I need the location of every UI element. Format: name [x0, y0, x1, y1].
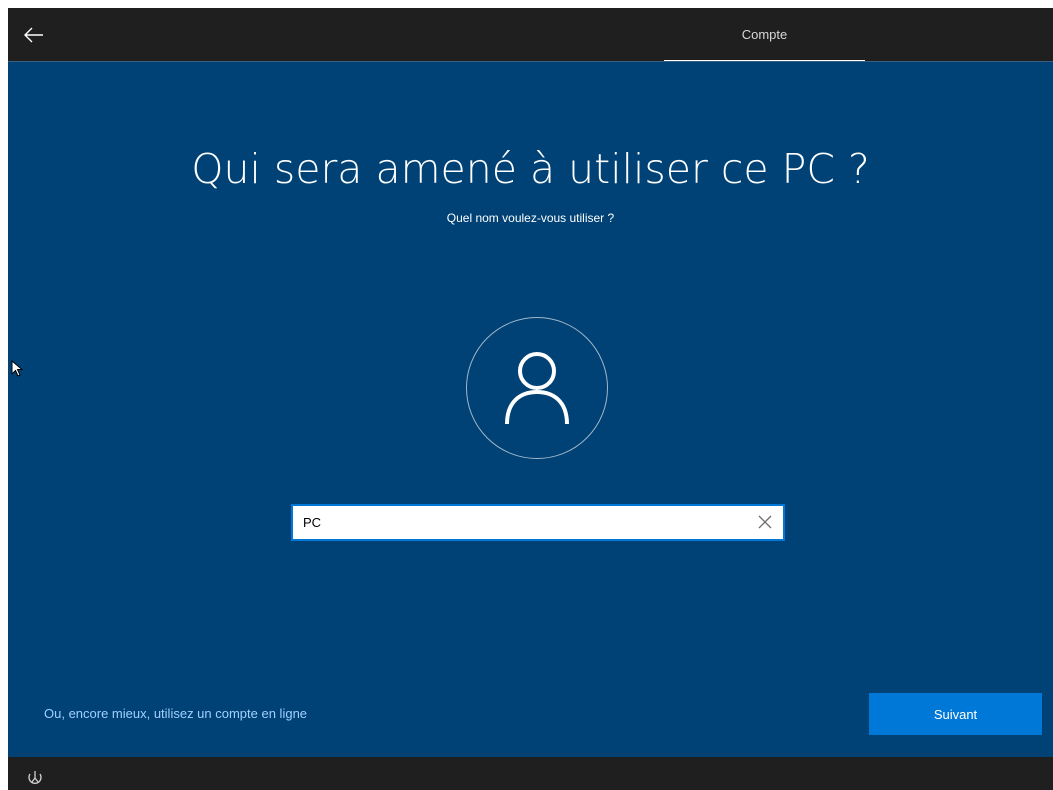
step-tab-account: Compte	[664, 8, 865, 62]
top-bar: Compte	[8, 8, 1053, 62]
next-button[interactable]: Suivant	[869, 693, 1042, 735]
back-button[interactable]	[18, 20, 50, 50]
oobe-window: Compte Qui sera amené à utiliser ce PC ?…	[8, 8, 1053, 790]
page-title: Qui sera amené à utiliser ce PC ?	[191, 145, 870, 193]
username-field[interactable]	[291, 504, 785, 541]
avatar	[466, 317, 608, 459]
arrow-left-icon	[24, 27, 43, 43]
close-icon	[758, 515, 772, 529]
clear-button[interactable]	[755, 512, 775, 532]
user-icon	[505, 352, 569, 425]
online-account-link[interactable]: Ou, encore mieux, utilisez un compte en …	[44, 706, 307, 721]
main-panel: Qui sera amené à utiliser ce PC ? Quel n…	[8, 61, 1053, 757]
username-input[interactable]	[303, 506, 733, 539]
mouse-cursor-icon	[11, 360, 23, 377]
page-subtitle: Quel nom voulez-vous utiliser ?	[446, 211, 615, 225]
accessibility-icon[interactable]	[26, 769, 44, 787]
bottom-bar	[8, 757, 1053, 790]
step-tab-label: Compte	[741, 27, 788, 42]
